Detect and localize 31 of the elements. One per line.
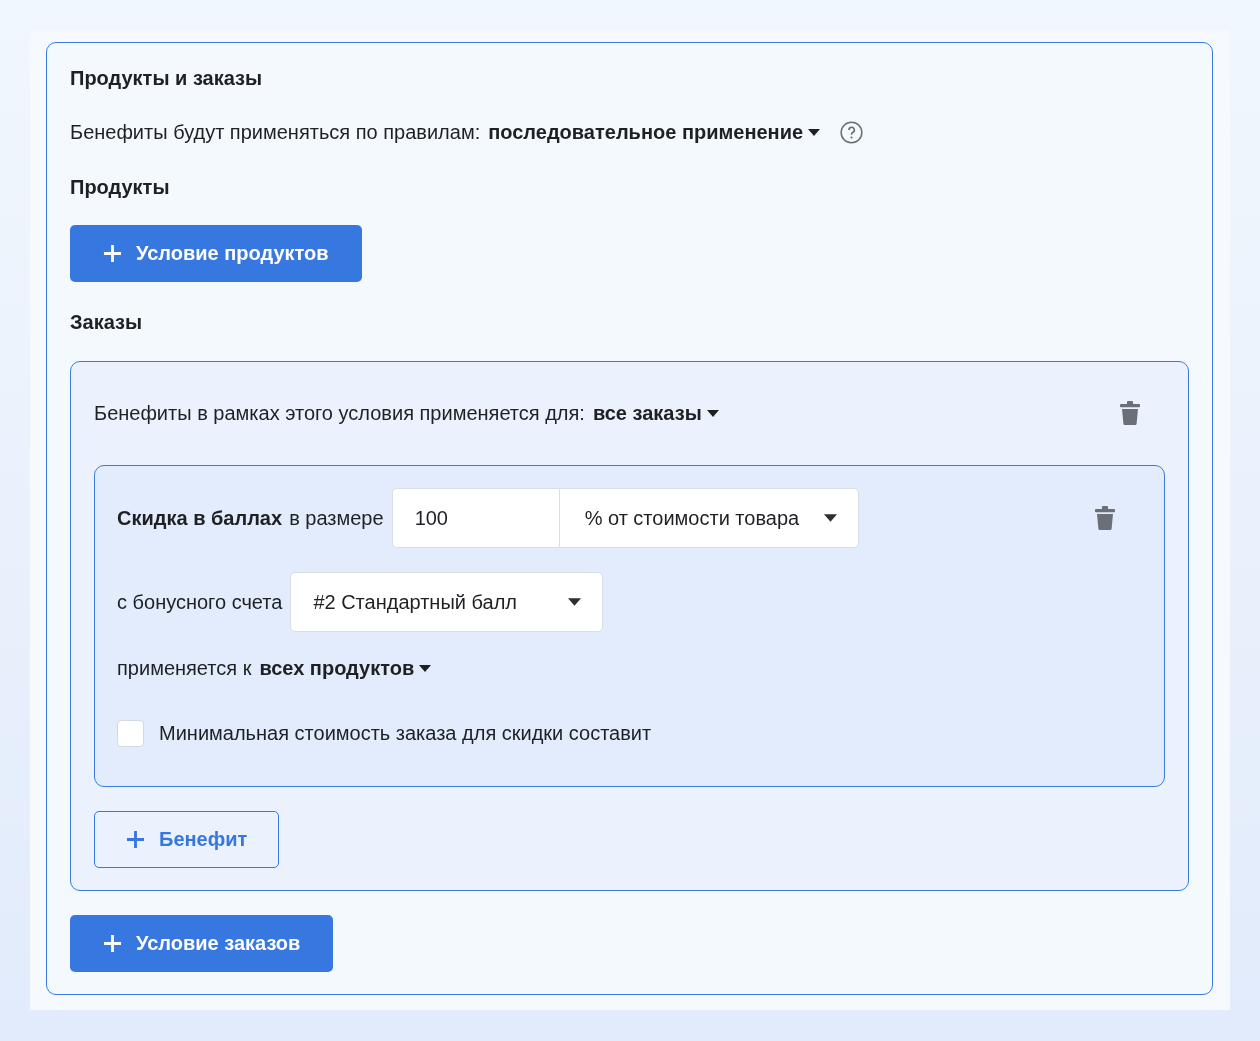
- caret-icon: [706, 409, 719, 417]
- trash-icon[interactable]: [1095, 506, 1115, 530]
- caret-icon: [823, 514, 837, 522]
- scope-label: применяется к: [117, 656, 252, 680]
- orders-heading: Заказы: [70, 310, 143, 334]
- amount-input[interactable]: 100: [391, 488, 559, 548]
- products-heading: Продукты: [70, 175, 170, 199]
- add-benefit-button[interactable]: Бенефит: [94, 811, 280, 868]
- add-order-condition-button[interactable]: Условие заказов: [70, 915, 334, 972]
- add-product-condition-button[interactable]: Условие продуктов: [70, 225, 362, 282]
- caret-icon: [419, 664, 432, 672]
- help-icon[interactable]: [840, 120, 864, 144]
- plus-icon: [126, 830, 145, 849]
- account-label: с бонусного счета: [117, 590, 283, 614]
- account-select[interactable]: #2 Стандартный балл: [290, 572, 604, 632]
- rule-label: Бенефиты будут применяться по правилам:: [70, 120, 481, 144]
- condition-dropdown[interactable]: все заказы: [592, 401, 719, 425]
- caret-icon: [568, 598, 582, 606]
- trash-icon[interactable]: [1120, 401, 1140, 425]
- min-order-label: Минимальная стоимость заказа для скидки составит: [159, 721, 652, 745]
- unit-select[interactable]: % от стоимости товара: [558, 488, 859, 548]
- caret-icon: [808, 128, 821, 136]
- benefit-title: Скидка в баллах: [117, 506, 283, 530]
- plus-icon: [103, 244, 122, 263]
- amount-label: в размере: [289, 506, 384, 530]
- condition-label: Бенефиты в рамках этого условия применяется для:: [94, 401, 585, 425]
- rule-dropdown[interactable]: последовательное применение: [488, 120, 821, 144]
- plus-icon: [103, 934, 122, 953]
- scope-dropdown[interactable]: всех продуктов: [259, 656, 432, 680]
- checkbox[interactable]: [117, 719, 144, 747]
- section-title: Продукты и заказы: [70, 66, 263, 90]
